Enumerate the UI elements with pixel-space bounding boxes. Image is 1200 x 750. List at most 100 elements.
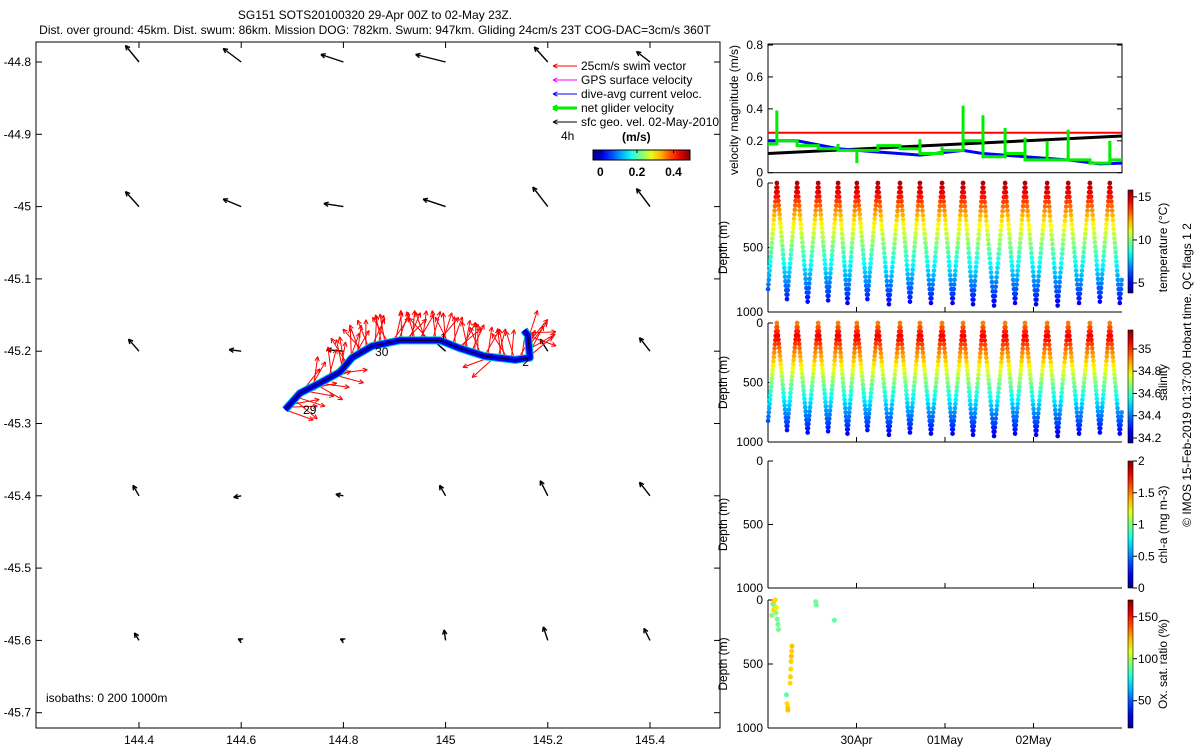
temperature-point: [884, 278, 890, 284]
time-xtick-label: 30Apr: [840, 733, 872, 747]
temperature-point: [816, 185, 821, 190]
temperature-point: [951, 286, 957, 292]
temperature-point: [771, 212, 777, 218]
salinity-point: [936, 350, 942, 356]
temperature-point: [849, 249, 854, 255]
salinity-point: [1091, 358, 1096, 364]
speed-colorbar: [592, 149, 691, 161]
temperature-point: [833, 207, 839, 213]
salinity-point: [1055, 433, 1060, 439]
salinity-point: [1059, 385, 1065, 391]
temperature-point: [856, 203, 862, 208]
temperature-point: [774, 180, 780, 186]
temperature-point: [871, 225, 877, 230]
salinity-point: [1063, 351, 1068, 356]
salinity-point: [776, 337, 781, 342]
salinity-point: [915, 341, 921, 347]
colorbar-tick-label: 1: [1138, 518, 1145, 532]
salinity-point: [905, 404, 910, 410]
geo-velocity-arrow: [415, 52, 446, 63]
temperature-point: [1110, 217, 1116, 223]
temperature-point: [926, 272, 931, 278]
temperature-point: [840, 236, 845, 241]
temperature-point: [846, 286, 851, 292]
salinity-point: [994, 403, 1000, 408]
salinity-point: [796, 337, 802, 343]
temperature-point: [1098, 290, 1103, 295]
salinity-point: [994, 407, 999, 413]
salinity-point: [901, 362, 907, 368]
salinity-point: [936, 354, 941, 360]
geo-velocity-arrow-head: [223, 47, 229, 51]
salinity-point: [1103, 367, 1108, 372]
geo-velocity-arrow: [422, 197, 446, 208]
temperature-point: [891, 250, 896, 256]
temperature-point: [868, 261, 873, 266]
oxygen-point: [775, 626, 781, 632]
salinity-point: [856, 345, 862, 351]
salinity-point: [1023, 333, 1029, 339]
temperature-point: [1031, 278, 1037, 284]
salinity-point: [1035, 415, 1041, 420]
salinity-point: [891, 385, 896, 390]
salinity-point: [1115, 405, 1120, 411]
temperature-point: [1013, 291, 1019, 297]
temperature-point: [1103, 226, 1109, 231]
salinity-point: [871, 366, 876, 371]
temperature-point: [849, 240, 855, 246]
temperature-point: [869, 247, 875, 253]
temperature-point: [917, 180, 923, 186]
temperature-point: [819, 225, 825, 231]
salinity-point: [1111, 363, 1116, 368]
temperature-point: [768, 259, 773, 264]
temperature-point: [1059, 256, 1064, 261]
salinity-point: [966, 385, 972, 390]
temperature-point: [835, 180, 841, 186]
temperature-point: [806, 285, 812, 291]
temperature-point: [912, 240, 918, 245]
salinity-point: [1113, 384, 1118, 390]
salinity-point: [820, 366, 825, 372]
swim-vector-head: [405, 311, 408, 317]
salinity-point: [914, 358, 919, 364]
salinity-point: [850, 367, 856, 373]
section-panel-salinity: 05001000Depth (m)34.234.434.634.835salin…: [716, 316, 1170, 449]
salinity-point: [987, 394, 993, 400]
velocity-panel: 00.20.40.60.8: [746, 38, 1123, 180]
temperature-point: [1040, 227, 1046, 232]
salinity-point: [832, 354, 838, 359]
temperature-point: [1028, 245, 1034, 251]
salinity-point: [985, 372, 991, 378]
salinity-point: [1006, 363, 1012, 368]
temperature-point: [1109, 208, 1115, 213]
salinity-point: [776, 341, 782, 346]
temperature-point: [781, 261, 787, 266]
salinity-point: [989, 407, 994, 413]
salinity-point: [865, 419, 871, 425]
swim-vector-head: [337, 336, 341, 342]
salinity-point: [971, 419, 977, 425]
temperature-point: [983, 213, 989, 219]
salinity-point: [1035, 411, 1041, 416]
temperature-point: [797, 208, 802, 213]
salinity-point: [1105, 345, 1110, 351]
salinity-point: [1050, 385, 1056, 391]
salinity-point: [777, 349, 782, 355]
salinity-point: [946, 393, 952, 398]
temperature-point: [952, 277, 957, 283]
geo-velocity-arrow: [638, 337, 651, 352]
salinity-point: [836, 324, 841, 330]
temperature-point: [966, 245, 971, 251]
salinity-point: [920, 350, 926, 356]
temperature-point: [998, 227, 1004, 233]
temperature-point: [987, 251, 992, 257]
temperature-point: [796, 198, 802, 204]
salinity-point: [854, 324, 860, 330]
legend-label: net glider velocity: [581, 101, 674, 115]
swim-vector-head: [331, 381, 337, 384]
salinity-point: [957, 359, 962, 364]
salinity-point: [831, 370, 836, 376]
temperature-point: [770, 226, 776, 232]
temperature-point: [1080, 259, 1086, 264]
track-day-label: 30: [375, 345, 389, 359]
